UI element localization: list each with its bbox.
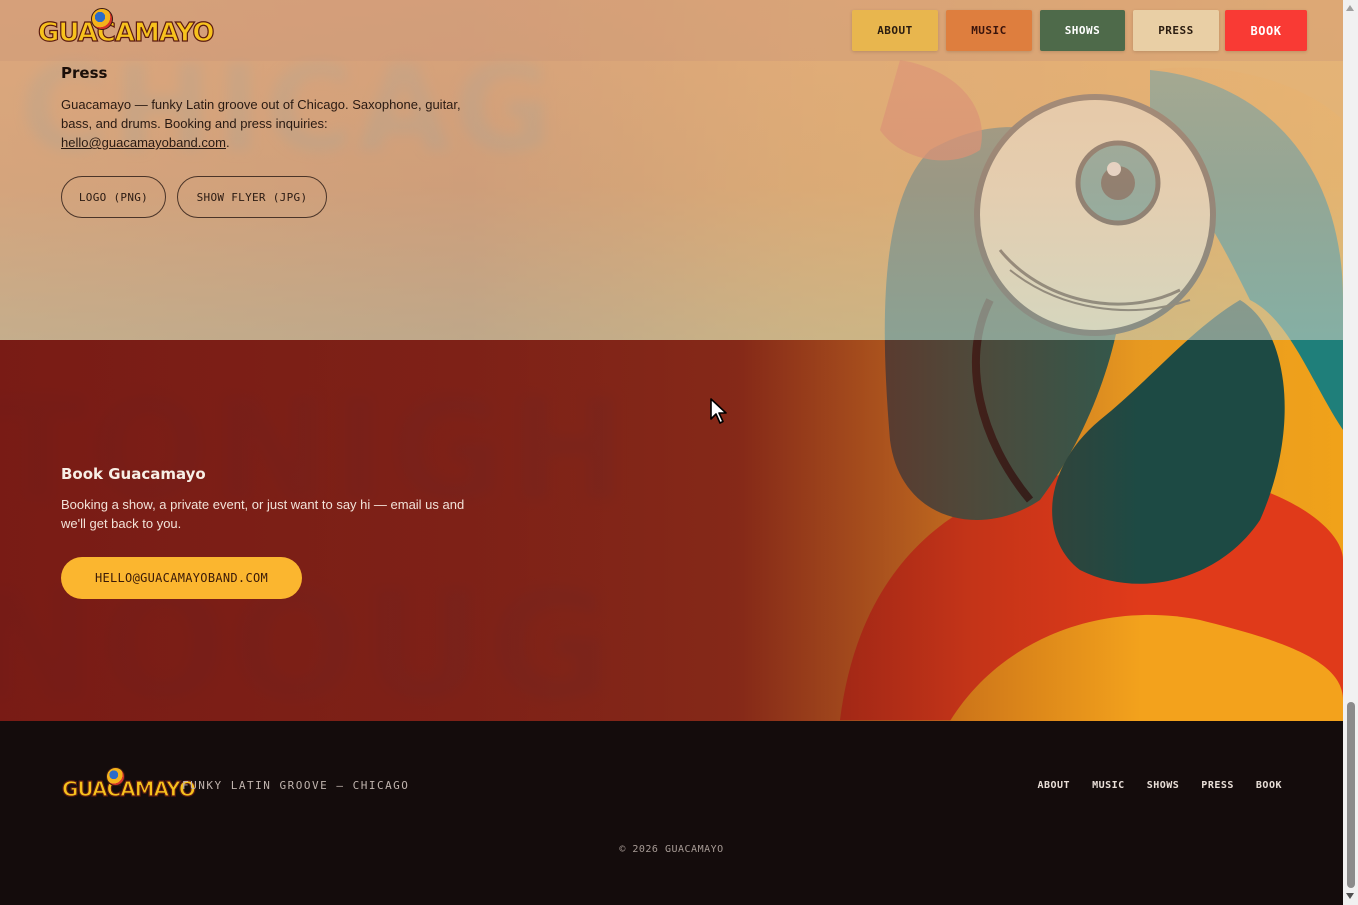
email-booking-button[interactable]: HELLO@GUACAMAYOBAND.COM <box>61 557 302 599</box>
footer-link-about[interactable]: ABOUT <box>1037 780 1070 791</box>
logo-text: GUACAMAYO <box>37 17 215 48</box>
nav-press-button[interactable]: PRESS <box>1133 10 1219 51</box>
press-email-link[interactable]: hello@guacamayoband.com <box>61 135 226 150</box>
parrot-logo-icon <box>91 8 113 30</box>
footer-tagline: FUNKY LATIN GROOVE — CHICAGO <box>182 779 410 792</box>
parrot-logo-icon <box>106 767 125 786</box>
scroll-up-arrow-icon[interactable] <box>1346 5 1354 11</box>
press-body-end: . <box>225 135 230 150</box>
scroll-down-arrow-icon[interactable] <box>1346 893 1354 899</box>
footer-nav: ABOUT MUSIC SHOWS PRESS BOOK <box>1037 780 1282 791</box>
site-header: GUACAMAYO ABOUT MUSIC SHOWS PRESS BOOK <box>0 0 1343 61</box>
nav-book-button[interactable]: BOOK <box>1225 10 1307 51</box>
footer-logo-text: GUACAMAYO <box>61 776 196 801</box>
nav-music-button[interactable]: MUSIC <box>946 10 1032 51</box>
mouse-cursor-icon <box>710 398 727 424</box>
press-description: Guacamayo — funky Latin groove out of Ch… <box>61 95 481 152</box>
scrollbar-thumb[interactable] <box>1347 702 1355 888</box>
page: CHICAG TONIGH NOOUG <box>0 0 1343 905</box>
footer-link-book[interactable]: BOOK <box>1256 780 1282 791</box>
footer-link-shows[interactable]: SHOWS <box>1147 780 1180 791</box>
book-description: Booking a show, a private event, or just… <box>61 497 465 531</box>
download-flyer-button[interactable]: SHOW FLYER (JPG) <box>177 176 327 218</box>
footer-link-press[interactable]: PRESS <box>1201 780 1234 791</box>
nav-about-button[interactable]: ABOUT <box>852 10 938 51</box>
site-logo[interactable]: GUACAMAYO <box>37 8 215 49</box>
press-heading: Press <box>61 64 108 82</box>
nav-shows-button[interactable]: SHOWS <box>1040 10 1125 51</box>
site-footer: GUACAMAYO FUNKY LATIN GROOVE — CHICAGO A… <box>0 721 1343 905</box>
download-logo-button[interactable]: LOGO (PNG) <box>61 176 166 218</box>
vertical-scrollbar[interactable] <box>1343 0 1358 905</box>
copyright: © 2026 GUACAMAYO <box>619 844 724 855</box>
footer-link-music[interactable]: MUSIC <box>1092 780 1125 791</box>
footer-logo[interactable]: GUACAMAYO <box>61 767 197 802</box>
press-body-text: Guacamayo — funky Latin groove out of Ch… <box>61 97 461 131</box>
book-heading: Book Guacamayo <box>61 465 206 483</box>
